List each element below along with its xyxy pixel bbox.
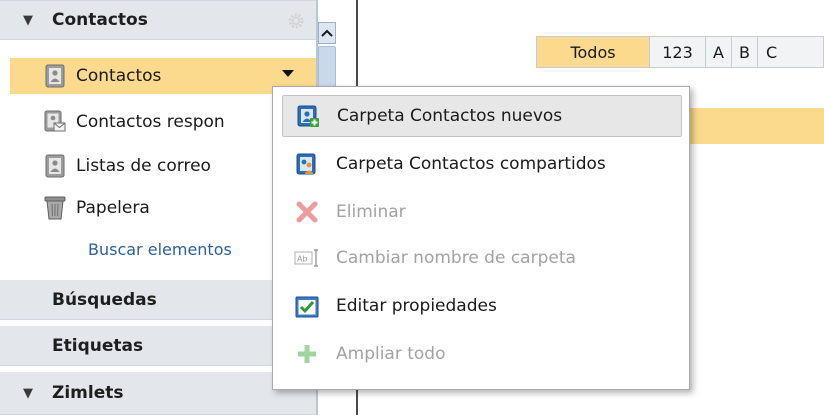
sidebar-item-contactos-respondidos[interactable]: Contactos respon <box>10 104 316 140</box>
search-items-link[interactable]: Buscar elementos <box>88 240 232 259</box>
sidebar-item-listas-de-correo[interactable]: Listas de correo <box>10 148 316 184</box>
trash-icon <box>44 196 66 220</box>
address-book-icon <box>44 154 66 178</box>
menu-item-label: Eliminar <box>336 202 406 222</box>
shared-contacts-folder-icon <box>294 151 320 177</box>
edit-properties-icon <box>294 293 320 319</box>
menu-item-edit-properties[interactable]: Editar propiedades <box>282 285 682 327</box>
tags-section-header[interactable]: Etiquetas <box>0 326 316 366</box>
folder-context-menu: Carpeta Contactos nuevos Carpeta Contact… <box>272 86 690 390</box>
menu-item-rename-folder[interactable]: Ab Cambiar nombre de carpeta <box>282 237 682 279</box>
chevron-down-icon[interactable] <box>282 70 294 77</box>
menu-item-label: Ampliar todo <box>336 344 446 364</box>
sidebar-item-papelera[interactable]: Papelera <box>10 190 316 226</box>
alphabet-button-c[interactable]: C <box>758 36 824 68</box>
menu-item-label: Editar propiedades <box>336 296 497 316</box>
new-contacts-folder-icon <box>295 103 321 129</box>
tags-header-label: Etiquetas <box>52 335 144 356</box>
alphabet-filter-bar: Todos 123 A B C <box>536 36 824 68</box>
collapse-arrow-icon[interactable]: ▼ <box>22 386 34 401</box>
rename-icon: Ab <box>294 245 320 271</box>
emailed-contacts-icon <box>44 110 66 134</box>
searches-section-header[interactable]: Búsquedas <box>0 280 316 320</box>
sidebar-item-contactos[interactable]: Contactos <box>10 58 316 94</box>
scroll-up-button[interactable] <box>318 22 336 44</box>
alphabet-button-123[interactable]: 123 <box>650 36 706 68</box>
menu-item-new-contacts-folder[interactable]: Carpeta Contactos nuevos <box>282 95 682 137</box>
contacts-header-label: Contactos <box>52 10 148 30</box>
menu-item-shared-contacts-folder[interactable]: Carpeta Contactos compartidos <box>282 143 682 185</box>
address-book-icon <box>44 64 66 88</box>
alphabet-button-a[interactable]: A <box>706 36 732 68</box>
zimlets-section-header[interactable]: ▼ Zimlets <box>0 372 316 415</box>
expand-plus-icon <box>294 341 320 367</box>
svg-text:Ab: Ab <box>297 255 308 264</box>
contacts-section-header[interactable]: ▼ Contactos <box>0 0 316 40</box>
sidebar: ▼ Contactos Contactos Contactos respon L… <box>0 0 316 415</box>
menu-item-label: Carpeta Contactos nuevos <box>337 106 563 126</box>
chevron-up-icon <box>321 29 333 37</box>
menu-item-label: Cambiar nombre de carpeta <box>336 248 576 268</box>
collapse-arrow-icon[interactable]: ▼ <box>22 13 34 28</box>
menu-item-expand-all[interactable]: Ampliar todo <box>282 333 682 375</box>
gear-icon[interactable] <box>286 11 306 31</box>
delete-x-icon <box>294 199 320 225</box>
alphabet-button-b[interactable]: B <box>732 36 758 68</box>
zimlets-header-label: Zimlets <box>52 383 124 403</box>
alphabet-button-todos[interactable]: Todos <box>536 36 650 68</box>
sidebar-item-label: Listas de correo <box>76 156 211 176</box>
searches-header-label: Búsquedas <box>52 289 157 310</box>
sidebar-item-label: Papelera <box>76 198 150 218</box>
sidebar-item-label: Contactos <box>76 66 162 86</box>
menu-item-delete[interactable]: Eliminar <box>282 191 682 233</box>
sidebar-item-label: Contactos respon <box>76 112 225 132</box>
menu-item-label: Carpeta Contactos compartidos <box>336 154 606 174</box>
